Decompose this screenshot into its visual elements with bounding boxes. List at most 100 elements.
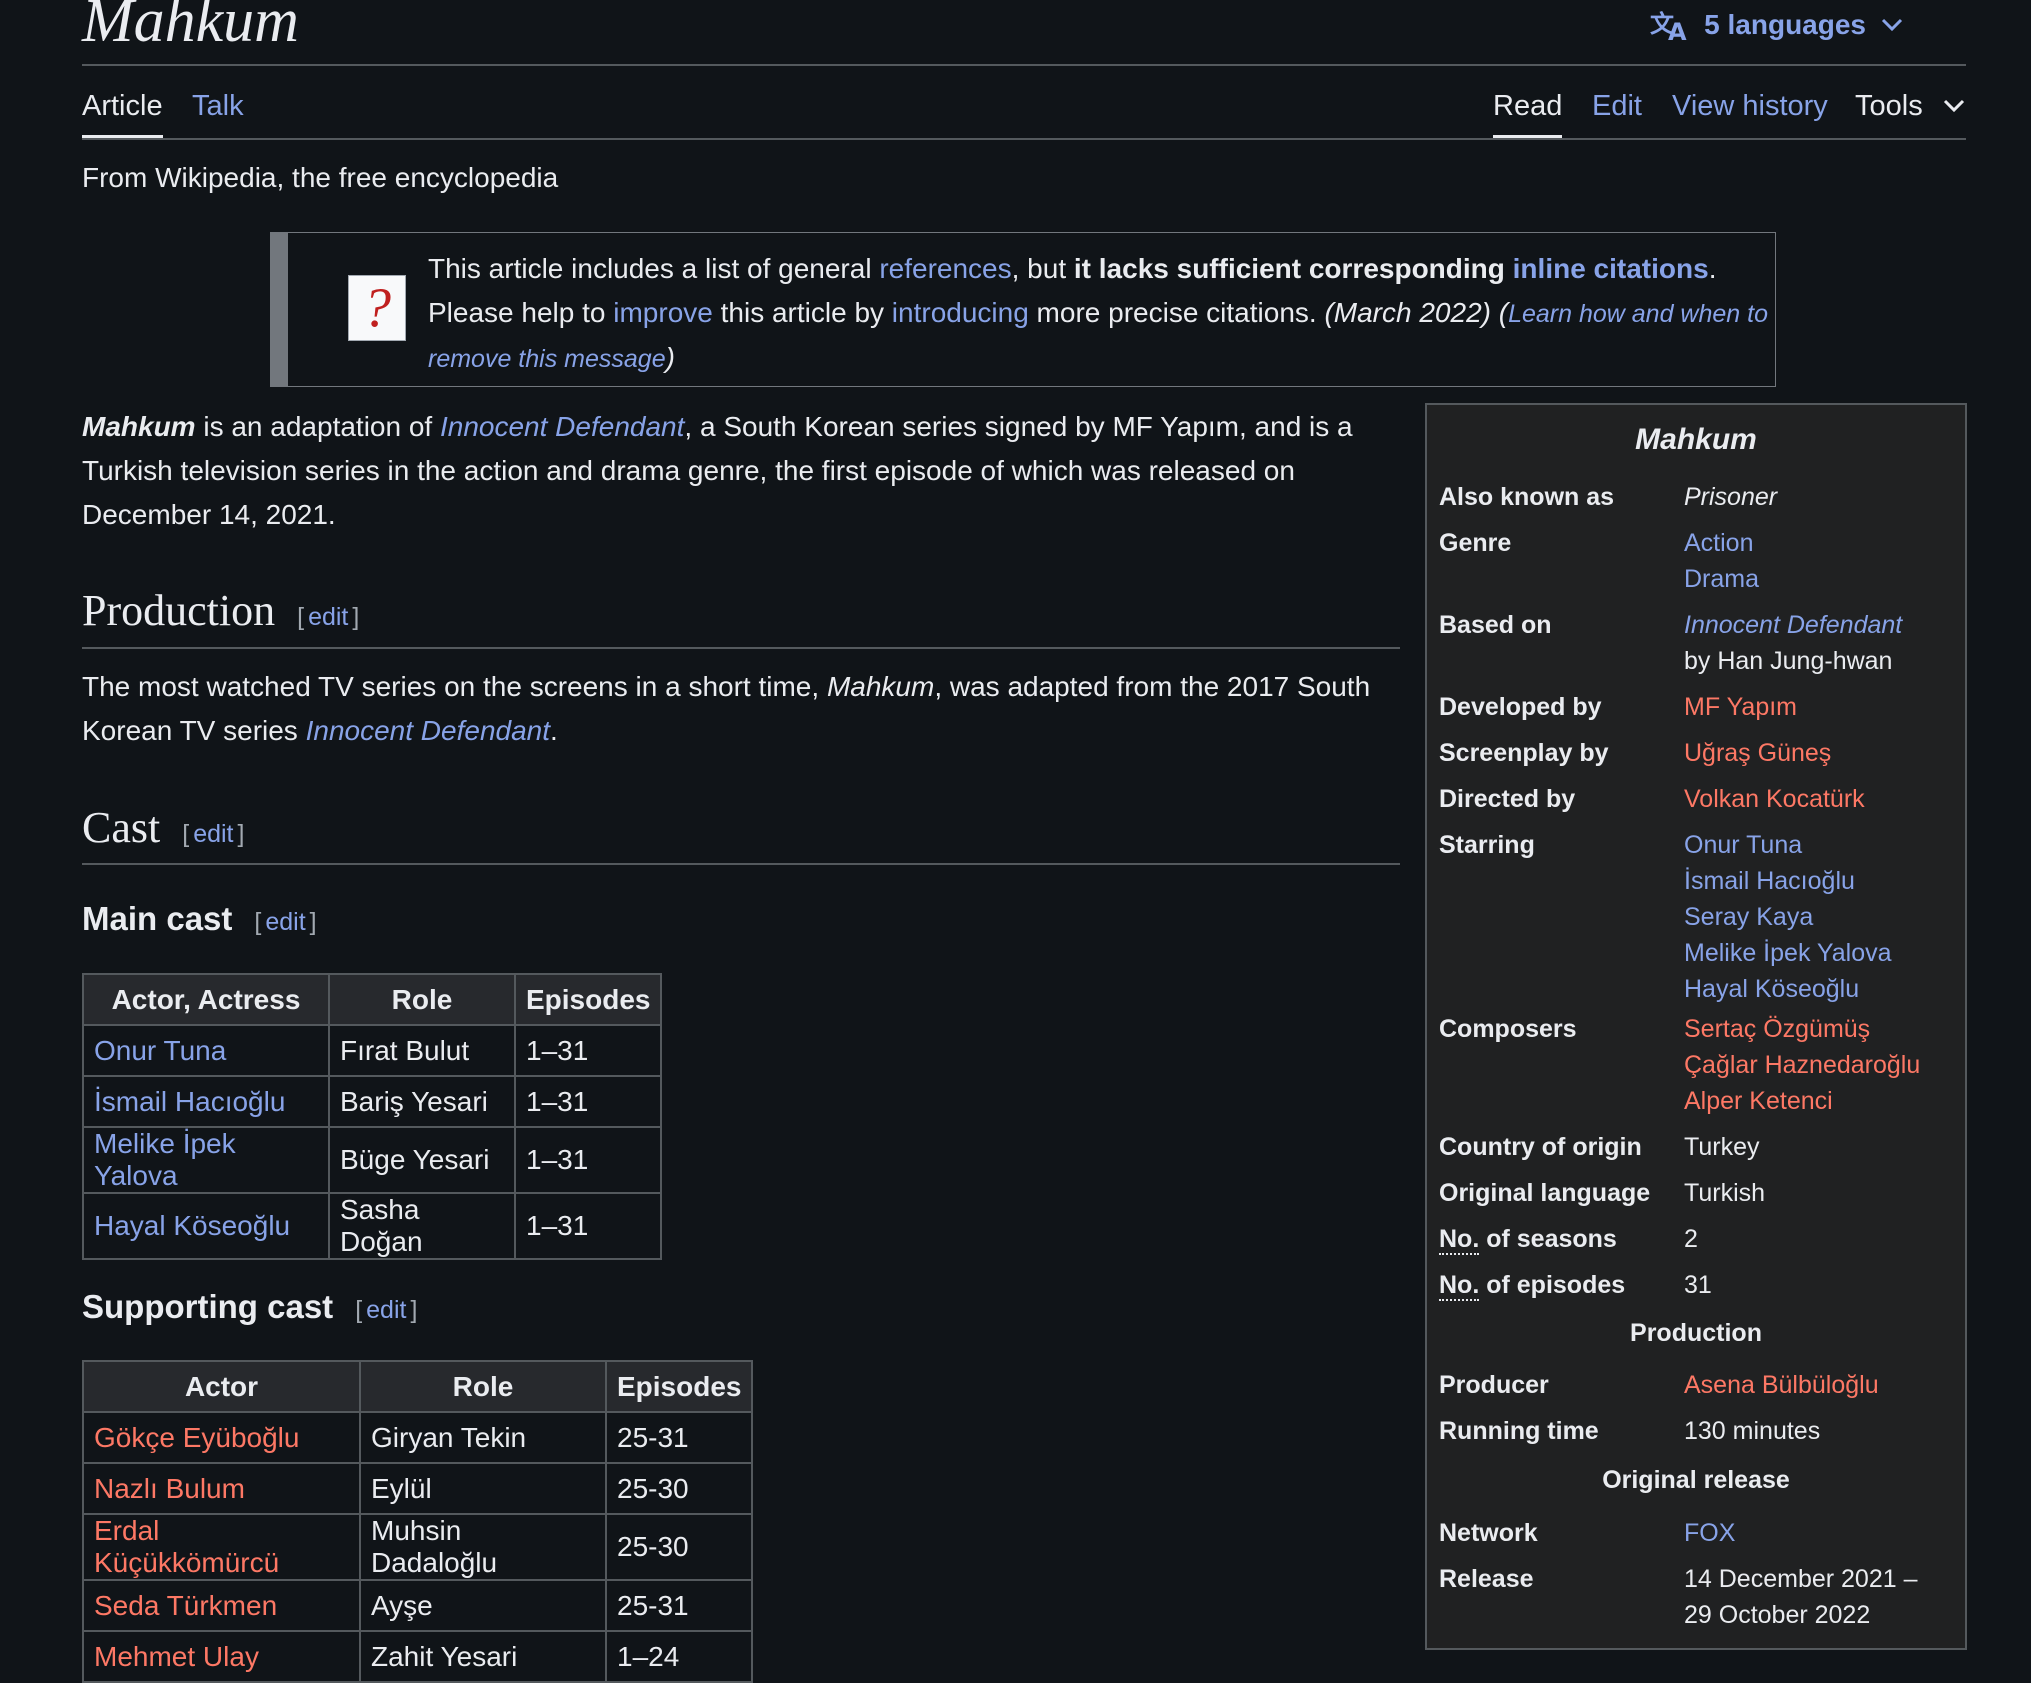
actor-link[interactable]: Onur Tuna	[94, 1035, 226, 1066]
role-cell: Bariş Yesari	[328, 1075, 516, 1128]
edit-supporting-cast-label[interactable]: edit	[366, 1296, 406, 1324]
cast-divider	[82, 863, 1400, 865]
actor-link[interactable]: Gökçe Eyüboğlu	[94, 1422, 299, 1453]
intro-name: Mahkum	[82, 411, 196, 442]
production-name: Mahkum	[826, 671, 935, 702]
references-link[interactable]: references	[879, 253, 1011, 284]
supporting-cast-table: Actor Role Episodes Gökçe Eyüboğlu Girya…	[82, 1360, 754, 1683]
production-text-3: .	[550, 715, 558, 746]
edit-main-cast[interactable]: [edit]	[254, 908, 316, 936]
producer-link[interactable]: Asena Bülbüloğlu	[1684, 1371, 1879, 1399]
seasons-label-text: of seasons	[1479, 1225, 1617, 1253]
innocent-defendant-link[interactable]: Innocent Defendant	[440, 411, 684, 442]
edit-cast[interactable]: [edit]	[182, 820, 244, 848]
infobox-label: Original language	[1439, 1179, 1651, 1207]
tab-read[interactable]: Read	[1493, 90, 1563, 139]
citation-notice: ? This article includes a list of genera…	[270, 232, 1776, 387]
heading-cast: Cast [edit]	[82, 802, 244, 853]
infobox-value: Turkish	[1684, 1179, 1766, 1207]
chevron-down-icon	[1881, 18, 1903, 32]
actor-link[interactable]: Melike İpek Yalova	[94, 1128, 236, 1191]
directed-by-link[interactable]: Volkan Kocatürk	[1684, 785, 1865, 813]
episodes-cell: 1–31	[513, 1075, 663, 1128]
infobox-label: Genre	[1439, 529, 1512, 557]
heading-main-cast: Main cast [edit]	[82, 900, 317, 938]
composer-link[interactable]: Alper Ketenci	[1684, 1087, 1833, 1115]
developed-by-link[interactable]: MF Yapım	[1684, 693, 1797, 721]
infobox-row-aka: Also known as Prisoner	[1439, 479, 1959, 515]
actor-link[interactable]: Seda Türkmen	[94, 1590, 277, 1621]
starring-link[interactable]: Onur Tuna	[1684, 831, 1802, 859]
infobox-value: Innocent Defendant by Han Jung-hwan	[1684, 607, 1959, 679]
infobox-row-producer: Producer Asena Bülbüloğlu	[1439, 1367, 1959, 1403]
role-cell: Giryan Tekin	[359, 1411, 607, 1464]
infobox-label: Release	[1439, 1565, 1534, 1593]
notice-paren-open: (	[1490, 297, 1509, 328]
infobox-label: Developed by	[1439, 693, 1602, 721]
infobox-value: Turkey	[1684, 1133, 1760, 1161]
infobox-title: Mahkum	[1635, 423, 1757, 456]
composer-link[interactable]: Sertaç Özgümüş	[1684, 1015, 1870, 1043]
inline-citations-link[interactable]: inline citations	[1513, 253, 1709, 284]
abbr-no[interactable]: No.	[1439, 1271, 1480, 1301]
column-header: Episodes	[513, 973, 663, 1026]
edit-supporting-cast[interactable]: [edit]	[355, 1296, 417, 1324]
tabs-divider	[82, 138, 1966, 140]
screenplay-by-link[interactable]: Uğraş Güneş	[1684, 739, 1831, 767]
translate-icon: 文 A	[1650, 10, 1687, 42]
release-end: 29 October 2022	[1684, 1601, 1871, 1629]
starring-link[interactable]: İsmail Hacıoğlu	[1684, 867, 1855, 895]
edit-main-cast-label[interactable]: edit	[265, 908, 305, 936]
tab-talk[interactable]: Talk	[192, 90, 244, 123]
network-link[interactable]: FOX	[1684, 1519, 1735, 1547]
tab-tools[interactable]: Tools	[1855, 90, 1923, 123]
infobox-row-release: Release 14 December 2021 – 29 October 20…	[1439, 1561, 1959, 1633]
table-header-row: Actor Role Episodes	[82, 1360, 754, 1413]
edit-production-label[interactable]: edit	[308, 603, 348, 631]
genre-action-link[interactable]: Action	[1684, 529, 1753, 557]
role-cell: Büge Yesari	[328, 1126, 516, 1194]
based-on-link[interactable]: Innocent Defendant	[1684, 611, 1902, 639]
infobox-value: 2	[1684, 1225, 1698, 1253]
infobox-label: Composers	[1439, 1015, 1577, 1043]
tab-article[interactable]: Article	[82, 90, 163, 139]
actor-link[interactable]: Nazlı Bulum	[94, 1473, 245, 1504]
improve-link[interactable]: improve	[613, 297, 713, 328]
actor-link[interactable]: Erdal Küçükkömürcü	[94, 1515, 279, 1578]
introducing-link[interactable]: introducing	[892, 297, 1029, 328]
starring-link[interactable]: Seray Kaya	[1684, 903, 1813, 931]
abbr-no[interactable]: No.	[1439, 1225, 1480, 1255]
infobox-label: No. of episodes	[1439, 1267, 1684, 1303]
table-row: Erdal Küçükkömürcü Muhsin Dadaloğlu 25-3…	[82, 1513, 754, 1581]
table-row: Onur Tuna Fırat Bulut 1–31	[82, 1024, 663, 1077]
actor-link[interactable]: Hayal Köseoğlu	[94, 1210, 290, 1241]
episodes-cell: 25-31	[604, 1411, 754, 1464]
table-row: Hayal Köseoğlu Sasha Doğan 1–31	[82, 1192, 663, 1260]
release-start: 14 December 2021 –	[1684, 1565, 1918, 1593]
language-selector[interactable]: 文 A 5 languages	[1650, 8, 1904, 42]
actor-link[interactable]: İsmail Hacıoğlu	[94, 1086, 285, 1117]
table-row: Gökçe Eyüboğlu Giryan Tekin 25-31	[82, 1411, 754, 1464]
genre-drama-link[interactable]: Drama	[1684, 565, 1759, 593]
composer-link[interactable]: Çağlar Haznedaroğlu	[1684, 1051, 1920, 1079]
table-row: Seda Türkmen Ayşe 25-31	[82, 1579, 754, 1632]
notice-text-1: This article includes a list of general	[428, 253, 880, 284]
starring-link[interactable]: Hayal Köseoğlu	[1684, 975, 1859, 1003]
episodes-label-text: of episodes	[1479, 1271, 1626, 1299]
tab-edit[interactable]: Edit	[1592, 90, 1642, 123]
svg-text:A: A	[1668, 18, 1687, 42]
tools-chevron-down-icon[interactable]	[1942, 98, 1966, 114]
edit-cast-label[interactable]: edit	[193, 820, 233, 848]
question-mark-icon: ?	[348, 275, 406, 341]
starring-link[interactable]: Melike İpek Yalova	[1684, 939, 1892, 967]
production-innocent-defendant-link[interactable]: Innocent Defendant	[306, 715, 550, 746]
infobox-label: Running time	[1439, 1417, 1599, 1445]
tab-view-history[interactable]: View history	[1672, 90, 1828, 123]
actor-link[interactable]: Mehmet Ulay	[94, 1641, 259, 1672]
infobox-label: Starring	[1439, 831, 1535, 859]
edit-production[interactable]: [edit]	[297, 603, 359, 631]
notice-paren-close: )	[665, 342, 675, 373]
main-cast-table: Actor, Actress Role Episodes Onur Tuna F…	[82, 973, 663, 1260]
episodes-cell: 1–24	[604, 1630, 754, 1683]
infobox-label: Directed by	[1439, 785, 1576, 813]
